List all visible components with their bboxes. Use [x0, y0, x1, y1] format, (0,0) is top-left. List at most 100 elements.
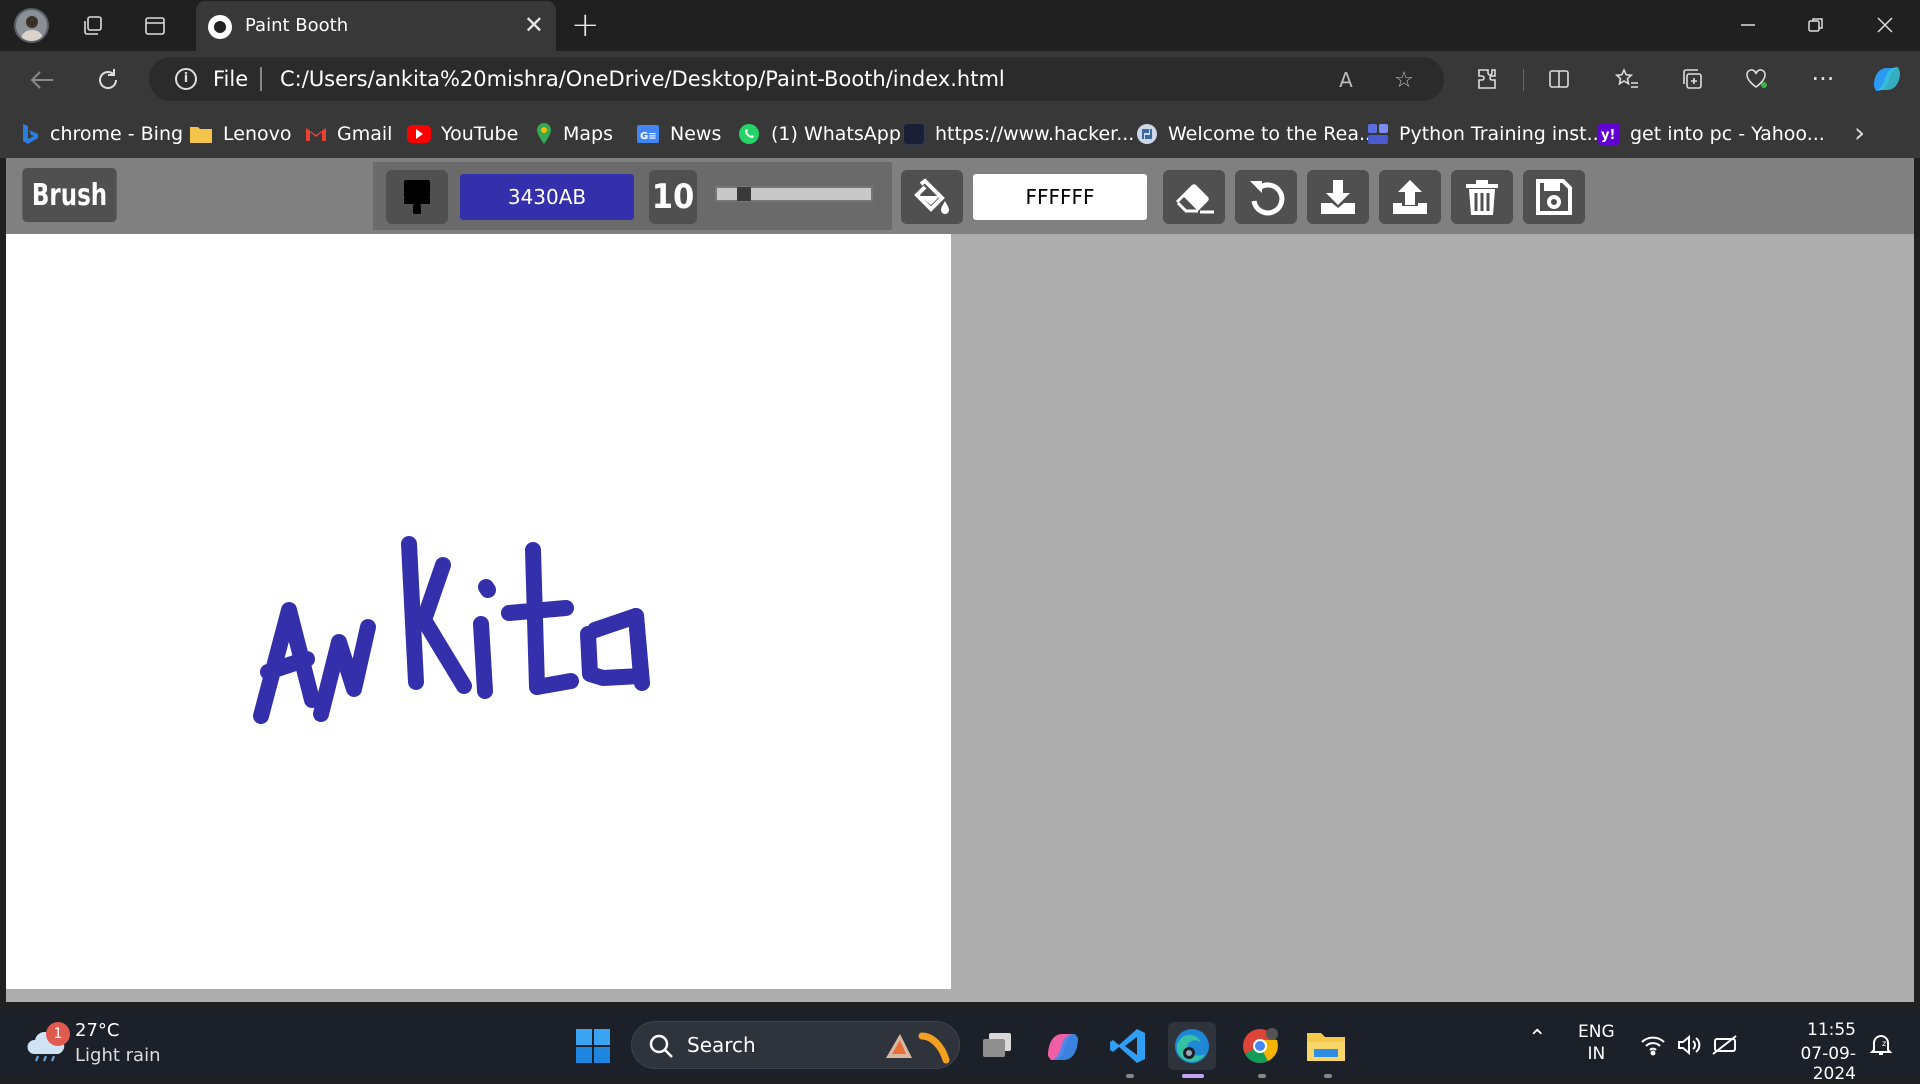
task-view-icon: [983, 1033, 1011, 1057]
start-button[interactable]: [569, 1022, 617, 1070]
windows-logo-icon: [576, 1029, 610, 1063]
extensions-icon[interactable]: [1468, 60, 1506, 98]
back-button[interactable]: [22, 62, 62, 98]
read-aloud-icon[interactable]: A: [1331, 65, 1361, 95]
browser-toolbar: i File C:/Users/ankita%20mishra/OneDrive…: [0, 51, 1920, 108]
svg-text:y!: y!: [1601, 128, 1615, 143]
tab-paint-booth[interactable]: Paint Booth ✕: [196, 1, 556, 51]
workspaces-icon[interactable]: [76, 10, 110, 42]
vscode-running-indicator: [1126, 1074, 1134, 1078]
volume-icon[interactable]: [1676, 1033, 1702, 1057]
bookmark-chrome-bing[interactable]: chrome - Bing: [20, 120, 183, 148]
brush-tool-button[interactable]: [386, 170, 448, 224]
training-icon: [1368, 124, 1388, 144]
close-tab-icon[interactable]: ✕: [524, 13, 544, 37]
vertical-tabs-icon[interactable]: [138, 10, 172, 42]
whatsapp-icon: [739, 124, 759, 144]
vscode-icon: [1110, 1029, 1145, 1063]
battery-icon[interactable]: [1712, 1034, 1740, 1056]
bookmark-real-python[interactable]: Welcome to the Rea...: [1136, 120, 1377, 148]
bookmark-lenovo[interactable]: Lenovo: [189, 120, 291, 148]
folder-icon: [1307, 1033, 1345, 1061]
collections-icon[interactable]: [1673, 60, 1711, 98]
chrome-taskbar-button[interactable]: [1236, 1022, 1284, 1070]
bookmarks-overflow-chevron-icon[interactable]: ›: [1854, 116, 1865, 149]
bookmark-maps[interactable]: Maps: [535, 120, 613, 148]
bookmark-label: chrome - Bing: [50, 123, 184, 145]
copilot-taskbar-button[interactable]: [1038, 1022, 1086, 1070]
task-view-button[interactable]: [973, 1022, 1021, 1070]
split-screen-icon[interactable]: [1540, 60, 1578, 98]
stroke-letter-k-stem: [401, 536, 424, 690]
bookmark-label: Welcome to the Rea...: [1168, 123, 1378, 145]
python-icon: [1137, 124, 1157, 144]
upload-button[interactable]: [1379, 170, 1441, 224]
clock[interactable]: 11:55 07-09-2024: [1760, 1020, 1856, 1084]
background-color-value: FFFFFF: [1025, 185, 1095, 209]
chrome-running-indicator: [1258, 1074, 1266, 1078]
bookmark-gmail[interactable]: Gmail: [305, 120, 392, 148]
more-options-icon[interactable]: ···: [1804, 60, 1842, 98]
restore-button[interactable]: [1786, 8, 1846, 42]
undo-icon: [1250, 181, 1285, 216]
gmail-icon: [306, 128, 326, 141]
undo-button[interactable]: [1235, 170, 1297, 224]
trash-icon: [1466, 180, 1498, 215]
eraser-button[interactable]: [1163, 170, 1225, 224]
clear-canvas-button[interactable]: [1451, 170, 1513, 224]
bookmark-label: Python Training inst...: [1399, 123, 1605, 145]
weather-temperature[interactable]: 27°C: [75, 1020, 119, 1041]
bookmark-whatsapp[interactable]: (1) WhatsApp: [737, 120, 901, 148]
bookmark-news[interactable]: G≡ News: [636, 120, 721, 148]
minimize-button[interactable]: [1718, 8, 1778, 42]
bookmark-python-training[interactable]: Python Training inst...: [1367, 120, 1605, 148]
wifi-icon[interactable]: [1640, 1034, 1666, 1056]
vscode-taskbar-button[interactable]: [1104, 1022, 1152, 1070]
site-info-icon[interactable]: i: [175, 68, 197, 90]
bookmark-label: Maps: [563, 123, 613, 145]
search-highlight-icon: [886, 1032, 950, 1064]
browser-essentials-icon[interactable]: [1738, 60, 1776, 98]
edge-taskbar-button[interactable]: [1168, 1022, 1216, 1070]
hackerrank-icon: [903, 123, 925, 145]
profile-avatar[interactable]: [14, 8, 49, 43]
paint-brush-icon: [404, 180, 430, 214]
file-explorer-taskbar-button[interactable]: [1302, 1022, 1350, 1070]
address-bar[interactable]: i File C:/Users/ankita%20mishra/OneDrive…: [149, 57, 1444, 101]
clock-date: 07-09-2024: [1800, 1044, 1856, 1084]
brush-size-slider-thumb[interactable]: [737, 187, 751, 201]
brush-size-slider[interactable]: [715, 186, 873, 202]
notifications-bell-icon[interactable]: z: [1868, 1032, 1894, 1058]
copilot-icon[interactable]: [1868, 60, 1906, 98]
paint-booth-favicon-icon: [208, 15, 232, 39]
save-button[interactable]: [1523, 170, 1585, 224]
copilot-icon: [1048, 1034, 1078, 1060]
close-window-button[interactable]: [1855, 8, 1915, 42]
taskbar-search-box[interactable]: Search: [631, 1021, 960, 1069]
stroke-letter-t: [501, 542, 579, 695]
refresh-button[interactable]: [88, 62, 128, 98]
address-url[interactable]: C:/Users/ankita%20mishra/OneDrive/Deskto…: [280, 67, 1005, 91]
new-tab-button[interactable]: +: [571, 6, 600, 44]
download-button[interactable]: [1307, 170, 1369, 224]
news-icon: G≡: [637, 125, 659, 143]
clock-time: 11:55: [1807, 1020, 1856, 1040]
show-hidden-icons-chevron-icon[interactable]: ⌃: [1528, 1026, 1546, 1051]
favorites-icon[interactable]: [1608, 60, 1646, 98]
weather-description[interactable]: Light rain: [75, 1045, 160, 1066]
explorer-running-indicator: [1324, 1074, 1332, 1078]
tool-mode-label: Brush: [22, 168, 117, 222]
bookmark-hackerrank[interactable]: https://www.hacker...: [903, 120, 1134, 148]
drawing-canvas[interactable]: [6, 234, 951, 989]
stroke-letter-a2-tail: [628, 608, 650, 691]
language-indicator[interactable]: ENG IN: [1578, 1022, 1615, 1064]
brush-color-input[interactable]: 3430AB: [460, 174, 634, 220]
stroke-letter-i: [473, 616, 493, 699]
bookmark-youtube[interactable]: YouTube: [407, 120, 518, 148]
edge-active-indicator: [1182, 1074, 1204, 1078]
bookmark-yahoo[interactable]: y! get into pc - Yahoo...: [1598, 120, 1825, 148]
background-color-input[interactable]: FFFFFF: [973, 174, 1147, 220]
fill-bucket-button[interactable]: [901, 170, 963, 224]
canvas-drawing: [253, 536, 650, 724]
favorite-star-icon[interactable]: ☆: [1389, 65, 1419, 95]
